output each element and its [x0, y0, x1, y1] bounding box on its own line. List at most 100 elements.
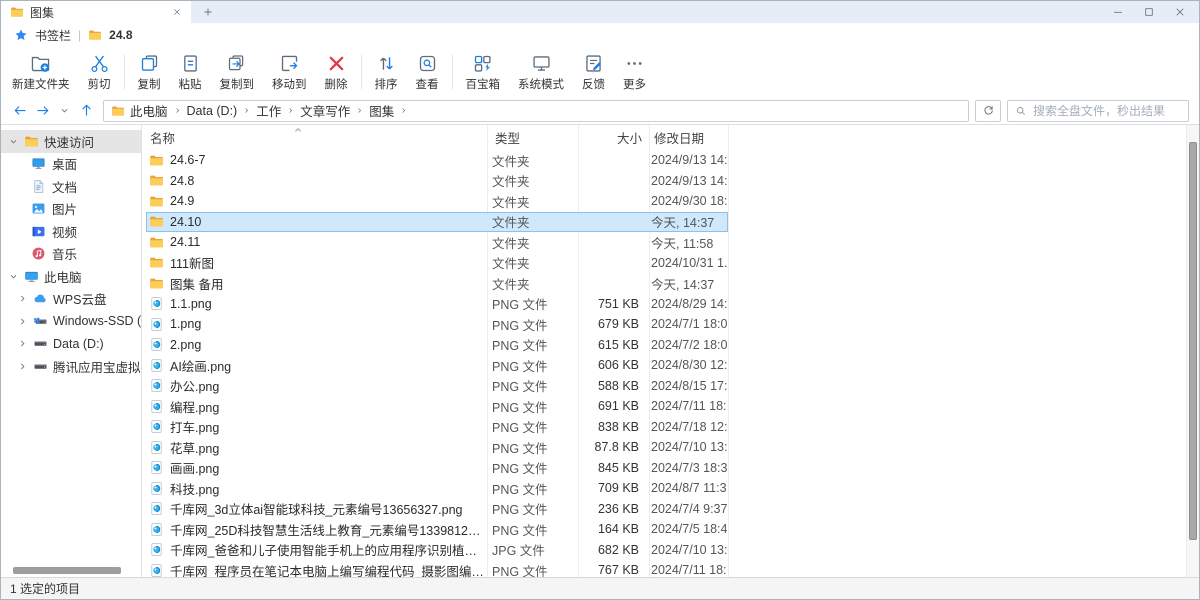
sidebar-item-label: 文档 — [52, 177, 77, 196]
sidebar-item[interactable]: WPS云盘 — [1, 288, 141, 311]
file-row[interactable]: AI绘画.pngPNG 文件606 KB2024/8/30 12:... — [146, 355, 728, 376]
file-name: 24.10 — [170, 215, 201, 229]
sidebar-item[interactable]: Data (D:) — [1, 333, 141, 356]
sidebar-section-0[interactable]: 快速访问 — [1, 130, 141, 153]
file-date: 2024/7/10 13:... — [646, 543, 727, 557]
forward-button[interactable] — [31, 100, 53, 122]
expander[interactable] — [17, 316, 28, 327]
file-row[interactable]: 千库网_程序员在笔记本电脑上编写编程代码_摄影图编号20511911.pngPN… — [146, 560, 728, 577]
vertical-scrollbar-thumb[interactable] — [1189, 142, 1197, 540]
breadcrumb-chevron — [242, 106, 251, 115]
folder-icon — [149, 235, 164, 250]
back-button[interactable] — [9, 100, 31, 122]
file-row[interactable]: 111新图文件夹2024/10/31 1... — [146, 253, 728, 274]
expander[interactable] — [8, 271, 19, 282]
refresh-button[interactable] — [975, 100, 1001, 122]
toolbar-button-copy-to[interactable]: 复制到 — [211, 53, 264, 92]
breadcrumb[interactable]: 此电脑 Data (D:) 工作文章写作图集 — [103, 100, 969, 122]
bookmark-item[interactable]: 24.8 — [109, 28, 132, 42]
breadcrumb-segment[interactable]: 文章写作 — [300, 101, 350, 120]
file-name: 画画.png — [170, 458, 219, 477]
file-row[interactable]: 2.pngPNG 文件615 KB2024/7/2 18:04 — [146, 335, 728, 356]
file-date: 2024/9/13 14:... — [646, 153, 727, 167]
sidebar-section-1[interactable]: 此电脑 — [1, 265, 141, 288]
up-button[interactable] — [75, 100, 97, 122]
file-row[interactable]: 办公.pngPNG 文件588 KB2024/8/15 17:... — [146, 376, 728, 397]
toolbar-button-new-folder[interactable]: 新建文件夹 — [3, 53, 79, 92]
file-name: 24.11 — [170, 235, 200, 249]
sidebar-item[interactable]: 腾讯应用宝虚拟磁盘 (T:) — [1, 355, 141, 378]
column-header-size[interactable]: 大小 — [578, 128, 649, 147]
file-row[interactable]: 图集 备用文件夹今天, 14:37 — [146, 273, 728, 294]
search-box[interactable] — [1007, 100, 1189, 122]
search-input[interactable] — [1033, 104, 1181, 118]
image-file-icon — [149, 378, 164, 393]
maximize-button[interactable] — [1133, 1, 1164, 23]
arrow-up-icon — [79, 103, 94, 118]
chevron-right-icon — [355, 106, 364, 115]
breadcrumb-segment[interactable]: 此电脑 — [130, 101, 168, 120]
tab-close-button[interactable] — [169, 4, 185, 20]
breadcrumb-segment[interactable]: 工作 — [256, 101, 281, 120]
toolbar-button-view[interactable]: 查看 — [407, 53, 448, 92]
toolbar-button-copy[interactable]: 复制 — [129, 53, 170, 92]
file-row[interactable]: 1.pngPNG 文件679 KB2024/7/1 18:04 — [146, 314, 728, 335]
file-row[interactable]: 24.11文件夹今天, 11:58 — [146, 232, 728, 253]
close-button[interactable] — [1164, 1, 1195, 23]
file-date: 2024/7/5 18:43 — [646, 522, 727, 536]
file-name: 1.1.png — [170, 297, 212, 311]
file-row[interactable]: 画画.pngPNG 文件845 KB2024/7/3 18:30 — [146, 458, 728, 479]
toolbar-button-system-mode[interactable]: 系统模式 — [509, 53, 573, 92]
new-tab-button[interactable] — [191, 1, 225, 23]
expander[interactable] — [17, 293, 28, 304]
expander[interactable] — [17, 361, 28, 372]
sidebar-item[interactable]: Windows-SSD (C:) — [1, 310, 141, 333]
column-header-type[interactable]: 类型 — [487, 128, 578, 147]
sidebar-horizontal-scrollbar[interactable] — [13, 567, 121, 574]
toolbar-button-feedback[interactable]: 反馈 — [573, 53, 614, 92]
file-row[interactable]: 花草.pngPNG 文件87.8 KB2024/7/10 13:... — [146, 437, 728, 458]
minimize-button[interactable] — [1102, 1, 1133, 23]
file-row[interactable]: 24.8文件夹2024/9/13 14:... — [146, 171, 728, 192]
expander[interactable] — [17, 338, 28, 349]
file-row[interactable]: 科技.pngPNG 文件709 KB2024/8/7 11:35 — [146, 478, 728, 499]
sidebar-item-label: 图片 — [52, 199, 77, 218]
column-header-date[interactable]: 修改日期 — [649, 128, 704, 147]
breadcrumb-segment[interactable]: 图集 — [369, 101, 394, 120]
file-date: 2024/7/1 18:04 — [646, 317, 727, 331]
vertical-scrollbar[interactable] — [1186, 125, 1199, 577]
toolbar-button-more[interactable]: 更多 — [614, 53, 655, 92]
sidebar-item[interactable]: 视频 — [1, 220, 141, 243]
file-name: 千库网_25D科技智慧生活线上教育_元素编号13398121.png — [170, 520, 484, 539]
tab-active[interactable]: 图集 — [1, 1, 191, 23]
file-row[interactable]: 24.6-7文件夹2024/9/13 14:... — [146, 150, 728, 171]
picture-icon — [31, 201, 46, 216]
sidebar-item[interactable]: 文档 — [1, 175, 141, 198]
toolbar-button-delete[interactable]: 删除 — [316, 53, 357, 92]
bookmark-bar-label[interactable]: 书签栏 — [35, 27, 71, 44]
expander[interactable] — [8, 136, 19, 147]
sidebar-section-label: 此电脑 — [44, 267, 82, 286]
sidebar-item[interactable]: 桌面 — [1, 153, 141, 176]
column-header-name[interactable]: 名称 — [142, 128, 487, 147]
file-row[interactable]: 编程.pngPNG 文件691 KB2024/7/11 18:... — [146, 396, 728, 417]
file-row[interactable]: 千库网_3d立体ai智能球科技_元素编号13656327.pngPNG 文件23… — [146, 499, 728, 520]
file-row[interactable]: 24.10文件夹今天, 14:37 — [146, 212, 728, 233]
toolbar-button-move-to[interactable]: 移动到 — [263, 53, 316, 92]
file-type: 文件夹 — [484, 151, 575, 170]
toolbar-button-cut[interactable]: 剪切 — [79, 53, 120, 92]
file-row[interactable]: 1.1.pngPNG 文件751 KB2024/8/29 14:... — [146, 294, 728, 315]
file-row[interactable]: 打车.pngPNG 文件838 KB2024/7/18 12:... — [146, 417, 728, 438]
file-row[interactable]: 千库网_25D科技智慧生活线上教育_元素编号13398121.pngPNG 文件… — [146, 519, 728, 540]
sidebar-item[interactable]: 图片 — [1, 198, 141, 221]
breadcrumb-segment[interactable]: Data (D:) — [187, 104, 238, 118]
image-file-icon — [149, 440, 164, 455]
toolbar-button-toolbox[interactable]: 百宝箱 — [457, 53, 510, 92]
sidebar-item[interactable]: 音乐 — [1, 243, 141, 266]
file-row[interactable]: 千库网_爸爸和儿子使用智能手机上的应用程序识别植物。_摄影图编号1841217.… — [146, 540, 728, 561]
toolbar-button-paste[interactable]: 粘贴 — [170, 53, 211, 92]
toolbar-button-sort[interactable]: 排序 — [366, 53, 407, 92]
toolbar-button-label: 复制 — [138, 76, 161, 92]
history-dropdown-button[interactable] — [53, 100, 75, 122]
file-row[interactable]: 24.9文件夹2024/9/30 18:... — [146, 191, 728, 212]
